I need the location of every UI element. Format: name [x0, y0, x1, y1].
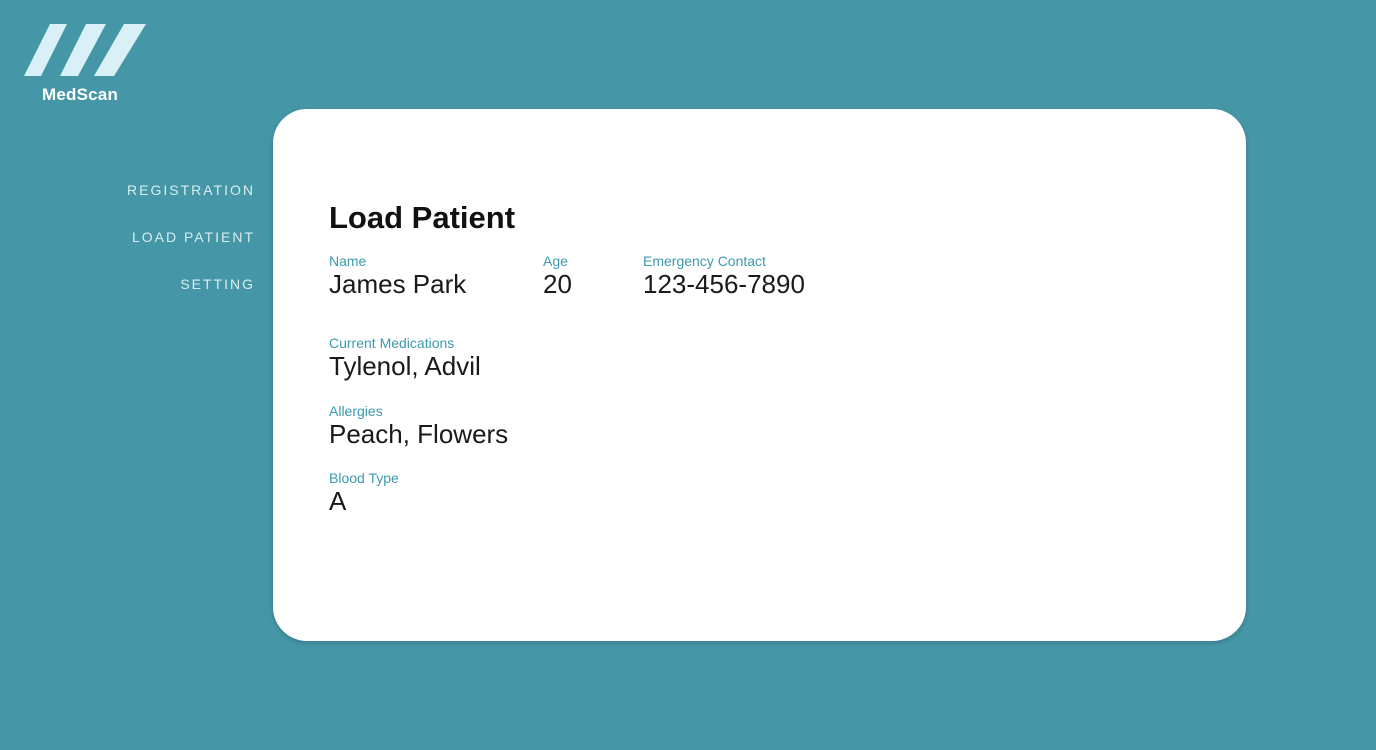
blood-type-field: Blood Type A [329, 470, 399, 516]
current-medications-value: Tylenol, Advil [329, 351, 481, 381]
name-label: Name [329, 253, 367, 269]
name-value: James Park [329, 269, 467, 299]
current-medications-label: Current Medications [329, 335, 455, 351]
emergency-contact-field: Emergency Contact 123-456-7890 [643, 253, 805, 299]
allergies-value: Peach, Flowers [329, 419, 509, 449]
blood-type-label: Blood Type [329, 470, 399, 486]
age-value: 20 [543, 269, 572, 299]
age-field: Age 20 [543, 253, 572, 299]
age-label: Age [543, 253, 568, 269]
allergies-label: Allergies [329, 403, 383, 419]
emergency-contact-value: 123-456-7890 [643, 269, 805, 299]
allergies-field: Allergies Peach, Flowers [329, 403, 508, 449]
emergency-contact-label: Emergency Contact [643, 253, 766, 269]
sidebar-nav: REGISTRATION LOAD PATIENT SETTING [60, 180, 255, 321]
current-medications-field: Current Medications Tylenol, Advil [329, 335, 481, 381]
nav-item-load-patient[interactable]: LOAD PATIENT [60, 227, 255, 274]
nav-item-setting[interactable]: SETTING [60, 274, 255, 321]
nav-item-registration[interactable]: REGISTRATION [60, 180, 255, 227]
patient-card: Load Patient Name James Park Age 20 Emer… [273, 109, 1246, 641]
blood-type-value: A [329, 486, 347, 516]
logo-text: MedScan [42, 85, 119, 104]
name-field: Name James Park [329, 253, 466, 299]
logo-stripes-icon [24, 24, 146, 76]
medscan-logo[interactable]: MedScan [22, 22, 148, 106]
page-title: Load Patient [329, 200, 516, 235]
